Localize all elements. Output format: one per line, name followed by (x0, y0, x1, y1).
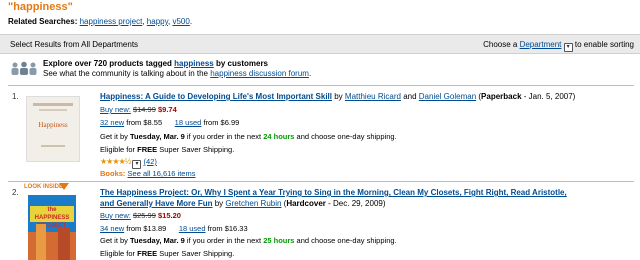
see-all-items-link[interactable]: See all 16,616 items (128, 169, 196, 178)
search-query-heading: "happiness" (8, 1, 73, 13)
result-title-line-2: and Generally Have More Fun by Gretchen … (100, 199, 386, 208)
department-dropdown-icon[interactable]: ▾ (563, 43, 573, 52)
used-offers-link[interactable]: 18 used (175, 118, 202, 127)
author-link-2[interactable]: Daniel Goleman (419, 92, 476, 101)
community-people-icon (11, 61, 37, 75)
buy-new-link[interactable]: Buy new: (100, 105, 131, 114)
author-link-1[interactable]: Gretchen Rubin (225, 199, 281, 208)
book-cover-happiness-project[interactable]: the HAPPINESS PROJECT (28, 195, 76, 260)
result-divider (8, 181, 634, 182)
sale-price: $9.74 (158, 105, 177, 114)
result-divider (8, 85, 634, 86)
star-rating-icon[interactable]: ★★★★½ (100, 157, 131, 166)
product-title-link-cont[interactable]: and Generally Have More Fun (100, 199, 212, 208)
new-offers-link[interactable]: 34 new (100, 224, 124, 233)
list-price: $14.99 (132, 105, 156, 114)
review-count-link[interactable]: (42) (144, 157, 157, 166)
offers-line: 34 new from $13.89 18 used from $16.33 (100, 224, 248, 233)
cover-title: the HAPPINESS PROJECT (30, 206, 74, 229)
product-title-link[interactable]: The Happiness Project: Or, Why I Spent a… (100, 188, 567, 197)
explore-tagged-line: Explore over 720 products tagged happine… (43, 59, 269, 68)
format-label: Hardcover (286, 199, 326, 208)
select-results-label: Select Results from All Departments (10, 40, 139, 49)
result-title-line: Happiness: A Guide to Developing Life's … (100, 92, 576, 101)
category-line: Books: See all 16,616 items (100, 169, 196, 178)
eligible-line: Eligible for FREE Super Saver Shipping. (100, 249, 235, 258)
sale-price: $15.20 (158, 211, 181, 220)
new-offers-link[interactable]: 32 new (100, 118, 124, 127)
format-label: Paperback (481, 92, 522, 101)
list-price: $25.99 (132, 211, 156, 220)
used-offers-link[interactable]: 18 used (179, 224, 206, 233)
result-number: 1. (12, 92, 19, 101)
cover-title: Happiness (38, 121, 68, 129)
sort-hint: Choose a Department ▾ to enable sorting (483, 40, 634, 52)
offers-line: 32 new from $8.55 18 used from $6.99 (100, 118, 240, 127)
buy-new-line: Buy new: $25.99 $15.20 (100, 211, 181, 220)
result-title-line: The Happiness Project: Or, Why I Spent a… (100, 188, 567, 197)
buy-new-line: Buy new: $14.99 $9.74 (100, 105, 177, 114)
results-toolbar: Select Results from All Departments Choo… (0, 34, 640, 54)
result-number: 2. (12, 188, 19, 197)
eligible-line: Eligible for FREE Super Saver Shipping. (100, 145, 235, 154)
shipping-line: Get it by Tuesday, Mar. 9 if you order i… (100, 236, 397, 245)
buy-new-link[interactable]: Buy new: (100, 211, 131, 220)
rating-line: ★★★★½ ▾ (42) (100, 157, 157, 169)
related-searches-label: Related Searches: (8, 17, 78, 26)
look-inside-arrow-icon (59, 183, 69, 190)
discussion-forum-link[interactable]: happiness discussion forum (210, 69, 309, 78)
author-link-1[interactable]: Matthieu Ricard (345, 92, 401, 101)
related-link-happiness-project[interactable]: happiness project (80, 17, 143, 26)
book-cover-happiness[interactable]: Happiness (26, 96, 80, 162)
shipping-line: Get it by Tuesday, Mar. 9 if you order i… (100, 132, 397, 141)
rating-dropdown-icon[interactable]: ▾ (132, 160, 142, 169)
department-link[interactable]: Department (520, 40, 562, 49)
product-title-link[interactable]: Happiness: A Guide to Developing Life's … (100, 92, 332, 101)
related-link-v500[interactable]: v500 (172, 17, 189, 26)
explore-forum-line: See what the community is talking about … (43, 69, 312, 78)
related-searches: Related Searches: happiness project, hap… (8, 17, 193, 26)
related-link-happy[interactable]: happy (147, 17, 168, 26)
tag-link-happiness[interactable]: happiness (174, 59, 214, 68)
